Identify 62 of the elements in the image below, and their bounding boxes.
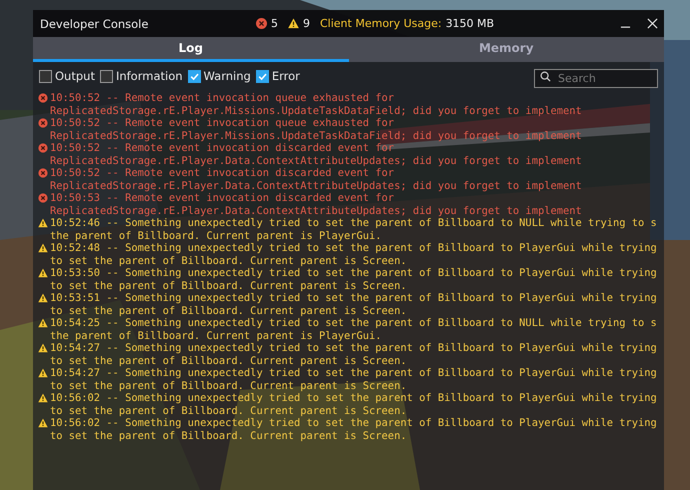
checkbox[interactable] [100,70,113,82]
log-line: the parent of Billboard. Current parent is PlayerGui. [50,330,383,342]
warning-icon [38,293,48,303]
tab[interactable]: Memory [348,37,664,62]
log-line: 10:50:52 -- Remote event invocation queue exhausted for [50,117,396,130]
warning-count: 9 [303,17,310,30]
checkbox[interactable] [256,70,269,82]
log-line: 10:53:51 -- Something unexpectedly tried to set the parent of Billboard to PlayerGui while trying [50,292,657,304]
log-line: to set the parent of Billboard. Current parent is Screen. [50,254,408,267]
close-icon[interactable] [647,18,658,29]
log-line: 10:52:48 -- Something unexpectedly tried to set the parent of Billboard to PlayerGui while trying [50,242,657,254]
log-line: 10:50:52 -- Remote event invocation discarded event for [50,167,396,180]
log-line: 10:50:52 -- Remote event invocation queue exhausted for [50,92,396,104]
log-line: 10:53:50 -- Something unexpectedly tried to set the parent of Billboard to PlayerGui while trying [50,267,657,280]
search-icon [540,70,551,82]
warning-icon [38,243,48,253]
error-icon [38,168,48,178]
log-line: ReplicatedStorage.rE.Player.Data.ContextAttributeUpdates; did you forget to implement [50,180,582,192]
checkbox[interactable] [39,70,52,82]
log-line: 10:54:25 -- Something unexpectedly tried to set the parent of Billboard to NULL while trying to s [50,317,657,330]
log-line: to set the parent of Billboard. Current parent is Screen. [50,380,408,392]
warning-icon [38,343,48,353]
log-line: ReplicatedStorage.rE.Player.Missions.UpdateTaskDataField; did you forget to implement [50,104,582,117]
log-line: 10:50:52 -- Remote event invocation discarded event for [50,142,396,154]
log-line: to set the parent of Billboard. Current parent is Screen. [50,304,408,317]
log-line: to set the parent of Billboard. Current parent is Screen. [50,280,408,292]
log-line: 10:54:27 -- Something unexpectedly tried to set the parent of Billboard to PlayerGui while trying [50,367,657,380]
memory-value: 3150 MB [446,17,494,30]
log-line: 10:54:27 -- Something unexpectedly tried to set the parent of Billboard to PlayerGui while trying [50,342,657,354]
warning-icon [38,268,48,278]
warning-icon [38,418,48,428]
tab[interactable]: Log [33,37,348,62]
error-icon [38,143,48,153]
filter-label: Warning [204,69,251,83]
warning-icon [288,18,299,29]
warning-icon [38,368,48,378]
warning-icon [38,318,48,328]
error-icon [256,18,267,29]
log-line: 10:56:02 -- Something unexpectedly tried to set the parent of Billboard to PlayerGui while trying [50,417,657,430]
log-line: the parent of Billboard. Current parent is PlayerGui. [50,230,383,242]
log-line: 10:50:53 -- Remote event invocation discarded event for [50,192,396,204]
log-line: to set the parent of Billboard. Current parent is Screen. [50,404,408,417]
checkbox[interactable] [188,70,201,82]
log-line: ReplicatedStorage.rE.Player.Missions.UpdateTaskDataField; did you forget to implement [50,130,582,142]
log-line: ReplicatedStorage.rE.Player.Data.ContextAttributeUpdates; did you forget to implement [50,204,582,217]
error-icon [38,93,48,103]
window-title: Developer Console [40,16,150,30]
memory-label: Client Memory Usage: [320,17,442,30]
log-line: ReplicatedStorage.rE.Player.Data.ContextAttributeUpdates; did you forget to implement [50,154,582,167]
log-line: to set the parent of Billboard. Current parent is Screen. [50,354,408,367]
filter-label: Output [55,69,95,83]
log-line: 10:52:46 -- Something unexpectedly tried to set the parent of Billboard to NULL while trying to s [50,217,657,230]
filter-label: Information [116,69,183,83]
error-count: 5 [271,17,278,30]
search-field[interactable]: Search [534,68,658,88]
warning-icon [38,393,48,403]
error-icon [38,193,48,203]
log-line: 10:56:02 -- Something unexpectedly tried to set the parent of Billboard to PlayerGui while trying [50,392,657,404]
error-icon [38,118,48,128]
log-line: to set the parent of Billboard. Current parent is Screen. [50,430,408,442]
filter-label: Error [272,69,300,83]
warning-icon [38,218,48,228]
